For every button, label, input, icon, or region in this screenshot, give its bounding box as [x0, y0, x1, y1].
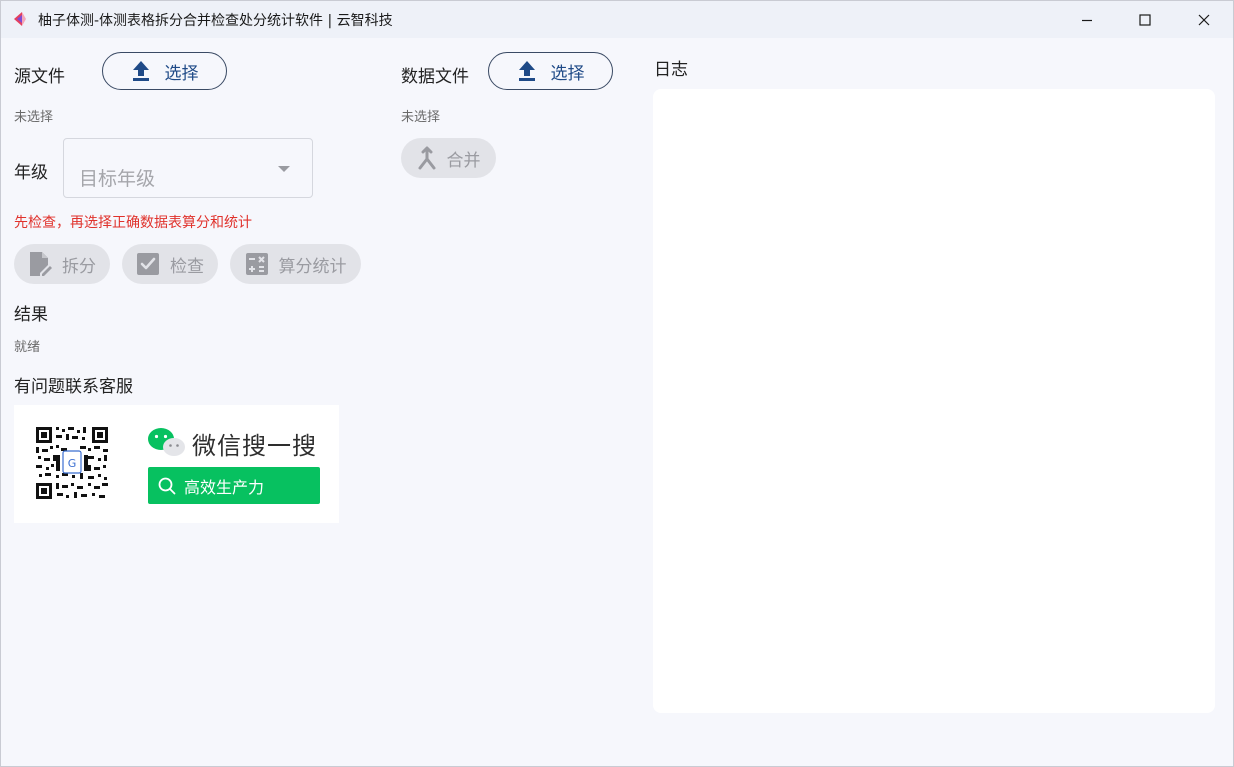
source-file-label: 源文件	[14, 67, 65, 87]
title-bar[interactable]: 柚子体测-体测表格拆分合并检查处分统计软件 | 云智科技	[1, 1, 1233, 38]
edit-document-icon	[30, 252, 52, 276]
log-label: 日志	[654, 60, 688, 80]
merge-label: 合并	[446, 150, 481, 171]
wechat-search-text: 微信搜一搜	[192, 432, 317, 460]
support-label: 有问题联系客服	[14, 377, 133, 397]
window-title: 柚子体测-体测表格拆分合并检查处分统计软件 | 云智科技	[38, 13, 393, 29]
support-qr-card: G 微信搜一搜 高效生产力	[14, 405, 339, 523]
grade-select-placeholder: 目标年级	[79, 168, 156, 190]
svg-text:G: G	[68, 457, 77, 470]
source-select-label: 选择	[164, 63, 199, 84]
app-window: 柚子体测-体测表格拆分合并检查处分统计软件 | 云智科技 源文件 选择 未选择	[0, 0, 1234, 767]
app-logo-icon	[14, 12, 26, 26]
maximize-button[interactable]	[1116, 1, 1174, 38]
result-label: 结果	[14, 305, 48, 325]
wechat-search-label: 高效生产力	[184, 477, 265, 497]
wechat-search-box: 高效生产力	[148, 467, 320, 504]
grade-select[interactable]: 目标年级	[63, 138, 313, 198]
close-icon	[1198, 14, 1210, 25]
minimize-button[interactable]	[1058, 1, 1116, 38]
data-select-button[interactable]: 选择	[488, 52, 613, 90]
merge-icon	[418, 146, 435, 170]
calculator-icon	[245, 253, 268, 275]
close-button[interactable]	[1175, 1, 1233, 38]
stats-button[interactable]: 算分统计	[230, 244, 361, 284]
check-label: 检查	[170, 256, 204, 277]
search-icon	[158, 477, 176, 494]
caret-down-icon	[278, 166, 290, 172]
check-button[interactable]: 检查	[122, 244, 218, 284]
source-select-button[interactable]: 选择	[102, 52, 227, 90]
data-select-label: 选择	[550, 63, 585, 84]
result-status: 就绪	[14, 340, 41, 355]
warning-text: 先检查，再选择正确数据表算分和统计	[14, 215, 252, 231]
wechat-icon	[148, 428, 185, 456]
maximize-icon	[1139, 13, 1151, 26]
source-status: 未选择	[14, 110, 54, 125]
log-panel[interactable]	[653, 89, 1215, 713]
data-file-status: 未选择	[401, 110, 441, 125]
data-file-label: 数据文件	[401, 67, 469, 87]
qr-code: G	[36, 427, 108, 499]
upload-icon	[132, 61, 149, 81]
split-label: 拆分	[62, 256, 96, 277]
checkbox-icon	[137, 253, 159, 275]
grade-label: 年级	[14, 163, 48, 183]
split-button[interactable]: 拆分	[14, 244, 110, 284]
minimize-icon	[1082, 19, 1092, 21]
stats-label: 算分统计	[278, 256, 347, 277]
merge-button[interactable]: 合并	[401, 138, 496, 178]
upload-icon	[518, 61, 535, 81]
